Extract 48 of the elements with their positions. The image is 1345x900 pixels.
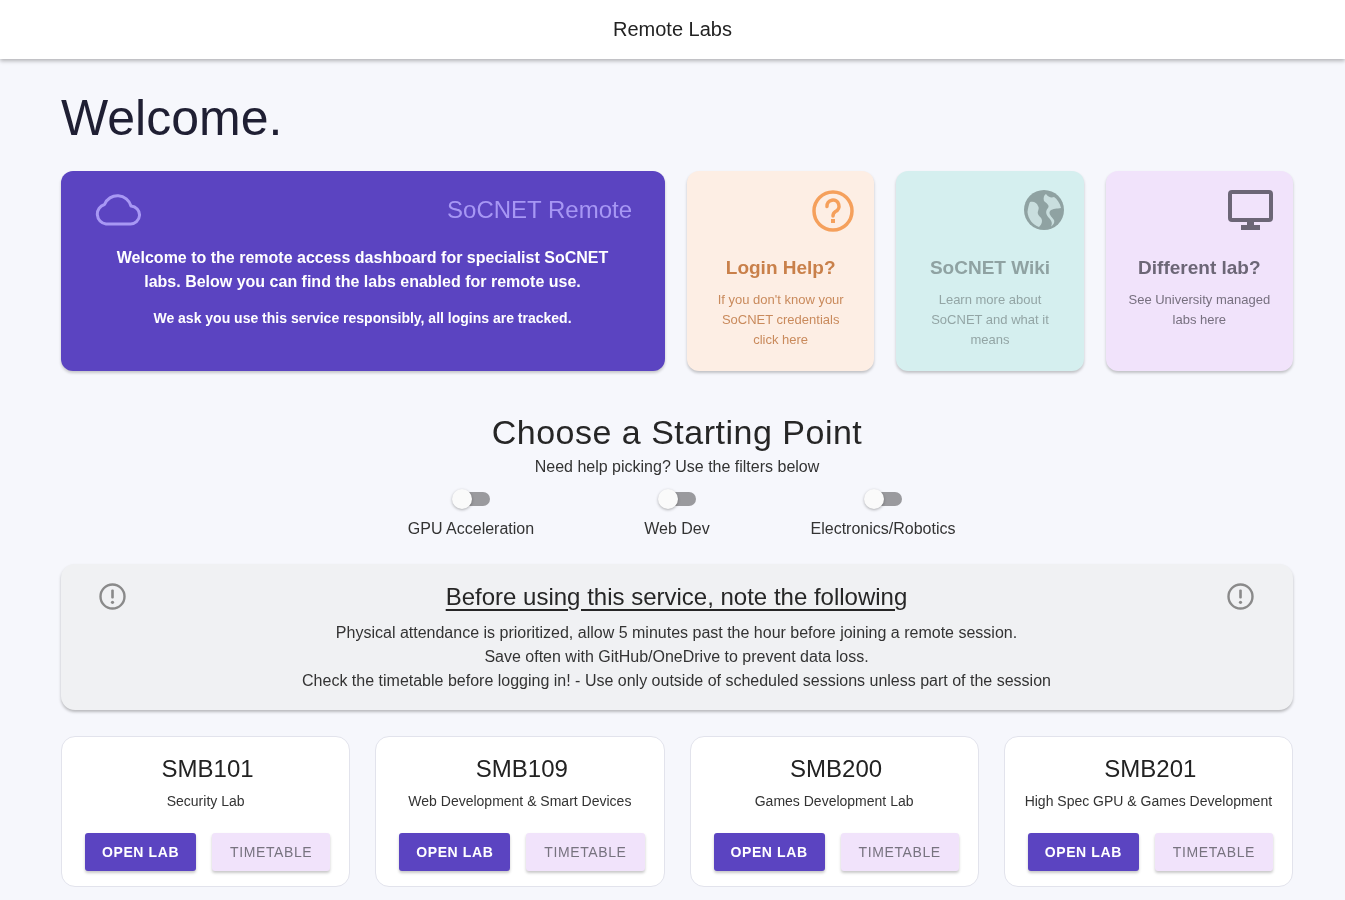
- link-card-description: See University managed labs here: [1127, 291, 1271, 329]
- help-icon: [812, 190, 855, 232]
- notice-line: Physical attendance is prioritized, allow 5 minutes past the hour before joining a remote session.: [334, 623, 1019, 643]
- lab-name: High Spec GPU & Games Development: [1023, 792, 1274, 811]
- open-lab-button[interactable]: OPEN LAB: [399, 833, 511, 871]
- link-card-title: Different lab?: [1137, 256, 1262, 280]
- cloud-icon: [93, 193, 141, 226]
- globe-icon: [1023, 190, 1064, 230]
- filter-toggle[interactable]: [658, 489, 696, 509]
- filter-toggle[interactable]: [864, 489, 902, 509]
- monitor-icon: [1228, 190, 1273, 231]
- lab-code: SMB201: [1103, 754, 1198, 784]
- app-title: Remote Labs: [613, 18, 732, 41]
- lab-code: SMB200: [789, 754, 884, 784]
- link-card[interactable]: Login Help? If you don't know your SoCNET credentials click here: [687, 171, 875, 371]
- section-heading: Choose a Starting Point: [490, 412, 864, 453]
- link-card-title: SoCNET Wiki: [928, 256, 1052, 280]
- filter-label: GPU Acceleration: [407, 519, 535, 539]
- link-card-description: Learn more about SoCNET and what it means: [930, 291, 1050, 349]
- open-lab-button[interactable]: OPEN LAB: [1027, 833, 1139, 871]
- notice-title: Before using this service, note the following: [444, 583, 909, 611]
- intro-message: Welcome to the remote access dashboard for specialist SoCNET labs. Below you can find the labs enabled for remote use.: [115, 248, 610, 292]
- link-card-title: Login Help?: [724, 256, 837, 280]
- welcome-heading: Welcome.: [61, 89, 284, 148]
- timetable-button[interactable]: TIMETABLE: [212, 833, 331, 871]
- lab-name: Security Lab: [165, 792, 246, 811]
- notice-line: Save often with GitHub/OneDrive to prevent data loss.: [483, 647, 870, 667]
- alert-icon: [1227, 583, 1254, 610]
- lab-code: SMB109: [474, 754, 569, 784]
- lab-code: SMB101: [160, 754, 255, 784]
- timetable-button[interactable]: TIMETABLE: [840, 833, 959, 871]
- link-card[interactable]: Different lab? See University managed labs here: [1105, 171, 1293, 371]
- filter-toggle[interactable]: [452, 489, 490, 509]
- notice-line: Check the timetable before logging in! - Use only outside of scheduled sessions unless part of the session: [301, 671, 1052, 691]
- alert-icon: [99, 583, 126, 610]
- intro-card-title: SoCNET Remote: [447, 195, 632, 224]
- intro-note: We ask you use this service responsibly, all logins are tracked.: [152, 309, 573, 328]
- timetable-button[interactable]: TIMETABLE: [1154, 833, 1273, 871]
- open-lab-button[interactable]: OPEN LAB: [85, 833, 197, 871]
- lab-name: Games Development Lab: [753, 792, 915, 811]
- section-subtitle: Need help picking? Use the filters below: [533, 457, 821, 477]
- filter-label: Electronics/Robotics: [810, 519, 956, 539]
- open-lab-button[interactable]: OPEN LAB: [713, 833, 825, 871]
- timetable-button[interactable]: TIMETABLE: [526, 833, 645, 871]
- link-card-description: If you don't know your SoCNET credentials click here: [716, 291, 845, 349]
- filter-label: Web Dev: [644, 519, 710, 539]
- link-card[interactable]: SoCNET Wiki Learn more about SoCNET and what it means: [896, 171, 1084, 371]
- lab-name: Web Development & Smart Devices: [407, 792, 633, 811]
